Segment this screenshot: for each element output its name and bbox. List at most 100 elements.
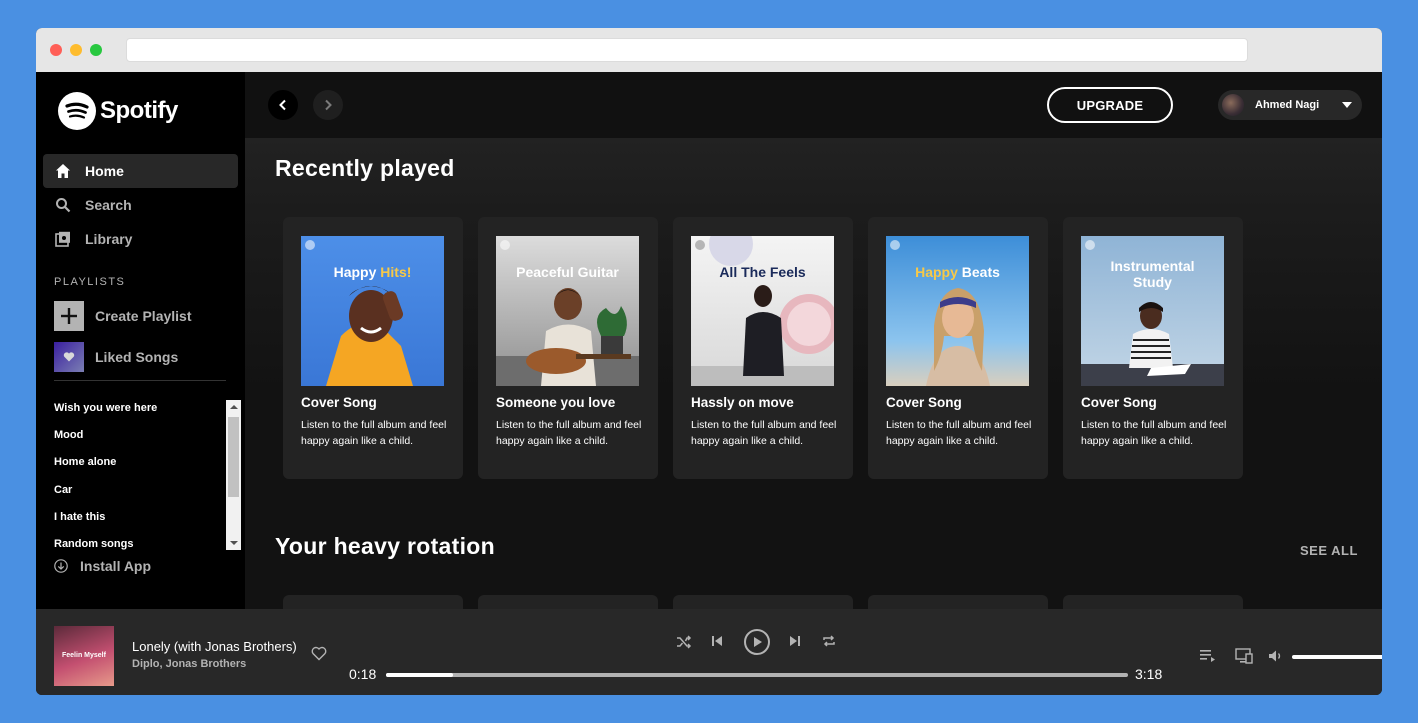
cover-photo: [926, 288, 990, 386]
next-button[interactable]: [788, 634, 802, 648]
card-description: Listen to the full album and feel happy …: [886, 419, 1032, 447]
elapsed-time: 0:18: [349, 666, 377, 682]
heart-icon[interactable]: [311, 646, 327, 661]
scroll-up-icon[interactable]: [230, 405, 238, 409]
devices-icon: [1235, 648, 1253, 664]
album-card[interactable]: [673, 595, 853, 609]
shuffle-icon: [677, 635, 692, 649]
playlist-item[interactable]: Random songs: [54, 536, 242, 550]
playlist-item[interactable]: Car: [54, 482, 242, 509]
card-title: Cover Song: [301, 395, 377, 410]
album-cover: Peaceful Guitar: [496, 236, 639, 386]
card-description: Listen to the full album and feel happy …: [496, 419, 642, 447]
card-description: Listen to the full album and feel happy …: [301, 419, 447, 447]
card-title: Cover Song: [886, 395, 962, 410]
playlist-item[interactable]: Wish you were here: [54, 400, 242, 427]
user-name: Ahmed Nagi: [1255, 99, 1320, 111]
spotify-icon: [58, 92, 96, 130]
progress-bar[interactable]: [386, 673, 1128, 677]
queue-button[interactable]: [1200, 649, 1216, 663]
playlist-item[interactable]: Mood: [54, 427, 242, 454]
cover-photo: [326, 286, 413, 386]
progress-fill: [386, 673, 453, 677]
album-card[interactable]: Instrumental Study Cover Song Listen to …: [1063, 217, 1243, 479]
avatar: [1222, 94, 1244, 116]
track-artist[interactable]: Diplo, Jonas Brothers: [132, 658, 246, 670]
track-title[interactable]: Lonely (with Jonas Brothers): [132, 639, 297, 654]
nav-home-label: Home: [85, 163, 124, 179]
album-card[interactable]: Happy Hits! Cover Song Listen to the ful…: [283, 217, 463, 479]
close-window-button[interactable]: [50, 44, 62, 56]
caret-down-icon: [1342, 102, 1352, 108]
album-card[interactable]: [868, 595, 1048, 609]
playlists-heading: PLAYLISTS: [54, 276, 126, 288]
album-card[interactable]: [1063, 595, 1243, 609]
card-description: Listen to the full album and feel happy …: [1081, 419, 1227, 447]
play-icon: [754, 637, 762, 647]
see-all-link[interactable]: SEE ALL: [1300, 543, 1358, 558]
library-icon: [55, 231, 71, 247]
album-card[interactable]: All The Feels Hassly on move Listen to t…: [673, 217, 853, 479]
nav-library[interactable]: Library: [43, 222, 238, 256]
search-icon: [55, 197, 71, 213]
recently-played-title: Recently played: [275, 155, 455, 181]
skip-back-icon: [712, 636, 722, 646]
maximize-window-button[interactable]: [90, 44, 102, 56]
playlist-list: Wish you were here Mood Home alone Car I…: [54, 400, 242, 550]
cover-photo: [691, 236, 834, 386]
volume-slider[interactable]: [1292, 655, 1382, 659]
top-bar: UPGRADE Ahmed Nagi: [245, 72, 1382, 138]
sidebar: Spotify Home Search Library PLAYLISTS Cr…: [36, 72, 245, 609]
cover-photo: [496, 288, 639, 386]
create-playlist-button[interactable]: Create Playlist: [54, 301, 192, 331]
download-icon: [54, 559, 68, 573]
playlist-scrollbar[interactable]: [226, 400, 241, 550]
volume-button[interactable]: [1268, 649, 1284, 663]
nav-home[interactable]: Home: [43, 154, 238, 188]
install-app-label: Install App: [80, 558, 152, 574]
chevron-left-icon: [279, 99, 286, 111]
liked-songs-label: Liked Songs: [95, 349, 179, 365]
repeat-icon: [823, 635, 835, 647]
chevron-right-icon: [325, 99, 332, 111]
album-card[interactable]: [478, 595, 658, 609]
browser-window: Spotify Home Search Library PLAYLISTS Cr…: [36, 28, 1382, 695]
liked-songs-button[interactable]: Liked Songs: [54, 342, 178, 372]
playlist-item[interactable]: Home alone: [54, 454, 242, 481]
user-menu[interactable]: Ahmed Nagi: [1218, 90, 1362, 120]
cover-photo: [1081, 302, 1224, 386]
album-card[interactable]: [283, 595, 463, 609]
album-cover: Instrumental Study: [1081, 236, 1224, 386]
play-button[interactable]: [744, 629, 770, 655]
upgrade-button[interactable]: UPGRADE: [1047, 87, 1173, 123]
album-card[interactable]: Happy Beats Cover Song Listen to the ful…: [868, 217, 1048, 479]
minimize-window-button[interactable]: [70, 44, 82, 56]
repeat-button[interactable]: [821, 633, 837, 649]
card-description: Listen to the full album and feel happy …: [691, 419, 837, 447]
heavy-rotation-title: Your heavy rotation: [275, 533, 495, 559]
scroll-down-icon[interactable]: [230, 541, 238, 545]
nav-library-label: Library: [85, 231, 133, 247]
devices-button[interactable]: [1235, 648, 1253, 664]
nav-search[interactable]: Search: [43, 188, 238, 222]
album-card[interactable]: Peaceful Guitar Someone you love Listen …: [478, 217, 658, 479]
card-title: Someone you love: [496, 395, 616, 410]
previous-button[interactable]: [710, 634, 724, 648]
shuffle-button[interactable]: [676, 633, 692, 651]
plus-icon: [54, 301, 84, 331]
now-playing-bar: Feelin Myself Lonely (with Jonas Brother…: [36, 609, 1382, 695]
album-cover: Happy Beats: [886, 236, 1029, 386]
home-icon: [55, 163, 71, 179]
card-title: Hassly on move: [691, 395, 794, 410]
install-app-button[interactable]: Install App: [54, 558, 151, 574]
now-playing-artwork[interactable]: Feelin Myself: [54, 626, 114, 686]
forward-button[interactable]: [313, 90, 343, 120]
scrollbar-thumb[interactable]: [228, 417, 239, 497]
album-cover: Happy Hits!: [301, 236, 444, 386]
create-playlist-label: Create Playlist: [95, 308, 192, 324]
sidebar-divider: [54, 380, 226, 381]
address-bar[interactable]: [126, 38, 1248, 62]
spotify-logo[interactable]: Spotify: [58, 92, 178, 130]
playlist-item[interactable]: I hate this: [54, 509, 242, 536]
back-button[interactable]: [268, 90, 298, 120]
